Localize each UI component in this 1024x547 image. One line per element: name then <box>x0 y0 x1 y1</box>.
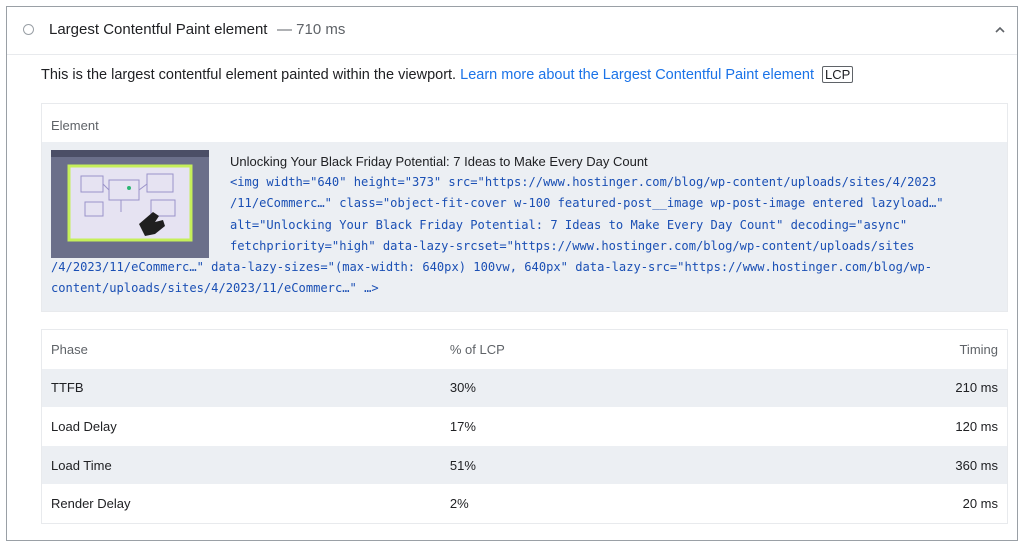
phase-timing: 360 ms <box>758 445 1007 485</box>
snippet-line: /11/eCommerc…" class="object-fit-cover w… <box>230 196 944 211</box>
status-circle-icon <box>23 24 34 35</box>
table-row: Load Delay 17% 120 ms <box>42 407 1007 446</box>
element-column-header: Element <box>51 118 99 133</box>
column-header-phase: Phase <box>51 341 88 357</box>
column-header-timing: Timing <box>959 341 998 357</box>
table-row: TTFB 30% 210 ms <box>42 368 1007 408</box>
phase-timing: 120 ms <box>955 418 998 434</box>
phase-name: TTFB <box>42 368 441 408</box>
phase-table: Phase % of LCP Timing TTFB 30% 210 ms Lo… <box>41 329 1008 524</box>
phase-percent: 17% <box>449 418 476 434</box>
snippet-line: /4/2023/11/eCommerc…" data-lazy-sizes="(… <box>51 260 933 275</box>
table-row: Render Delay 2% 20 ms <box>42 484 1007 523</box>
lcp-badge: LCP <box>822 66 854 83</box>
snippet-line: alt="Unlocking Your Black Friday Potenti… <box>230 217 908 232</box>
element-table: Element Unlocking Your Black Friday Pote… <box>41 103 1008 312</box>
chevron-up-icon[interactable] <box>993 23 1007 37</box>
phase-name: Render Delay <box>51 496 131 512</box>
node-label: Unlocking Your Black Friday Potential: 7… <box>230 154 648 169</box>
audit-title: Largest Contentful Paint element <box>49 21 268 38</box>
phase-timing: 210 ms <box>758 368 1007 408</box>
phase-percent: 51% <box>440 445 759 485</box>
audit-description: This is the largest contentful element p… <box>41 66 1001 83</box>
table-row: Load Time 51% 360 ms <box>42 445 1007 485</box>
html-snippet[interactable]: <img width="640" height="373" src="https… <box>51 172 986 300</box>
element-row[interactable]: Unlocking Your Black Friday Potential: 7… <box>42 142 1007 311</box>
snippet-line: fetchpriority="high" data-lazy-srcset="h… <box>230 238 915 253</box>
snippet-line: <img width="640" height="373" src="https… <box>230 175 937 189</box>
table-header-row: Phase % of LCP Timing <box>42 330 1007 369</box>
learn-more-link[interactable]: Learn more about the Largest Contentful … <box>460 67 814 83</box>
phase-percent: 2% <box>449 496 469 512</box>
audit-header[interactable]: Largest Contentful Paint element — 710 m… <box>7 7 1017 55</box>
audit-value: — 710 ms <box>277 21 346 38</box>
phase-percent: 30% <box>440 368 759 408</box>
lcp-audit-card: Largest Contentful Paint element — 710 m… <box>6 6 1018 541</box>
snippet-line: content/uploads/sites/4/2023/11/eCommerc… <box>51 281 379 296</box>
description-text: This is the largest contentful element p… <box>41 67 457 83</box>
phase-name: Load Time <box>42 445 441 485</box>
phase-timing: 20 ms <box>962 496 998 512</box>
column-header-percent: % of LCP <box>449 341 505 357</box>
phase-name: Load Delay <box>51 418 117 434</box>
